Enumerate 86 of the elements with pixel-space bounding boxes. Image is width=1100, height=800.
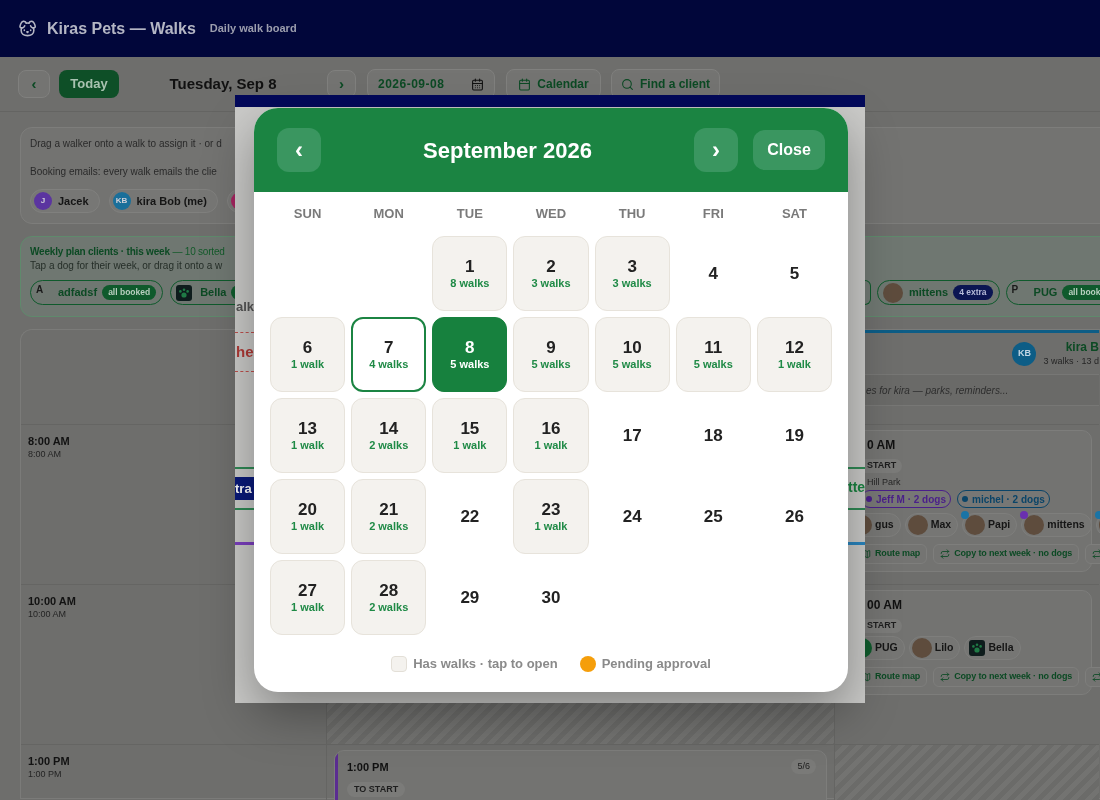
status-badge: all book: [1062, 285, 1100, 300]
assign-hint: Drag a walker onto a walk to assign it · or d: [30, 137, 222, 151]
dog-chip[interactable]: mittens: [1021, 513, 1092, 537]
calendar-day[interactable]: 10 5 walks: [594, 317, 670, 392]
calendar-day[interactable]: 28 2 walks: [351, 560, 427, 635]
calendar-icon: [518, 77, 532, 91]
photo-placeholder: [911, 638, 932, 658]
walker-summary: 3 walks · 13 d: [1043, 355, 1099, 367]
walk-place: Hill Park: [867, 476, 901, 488]
calendar-day[interactable]: 21 2 walks: [351, 479, 427, 554]
calendar-day[interactable]: 16 1 walk: [513, 398, 589, 473]
time-sublabel: 1:00 PM: [28, 768, 62, 780]
next-month-button[interactable]: ›: [694, 128, 738, 172]
avatar-letter: A: [36, 283, 45, 297]
weekday-label: THU: [617, 205, 647, 223]
weekday-label: WED: [534, 205, 568, 223]
paw-tile-icon: [969, 640, 986, 656]
weekday-label: SAT: [780, 205, 808, 223]
weekday-label: FRI: [701, 205, 725, 223]
weekday-label: SUN: [292, 205, 323, 223]
walker-avatar: KB: [112, 192, 131, 210]
dog-chip[interactable]: Bella: [964, 636, 1021, 660]
walk-time: 00 AM: [867, 598, 902, 613]
calendar-day[interactable]: 20 1 walk: [270, 479, 346, 554]
calendar-day[interactable]: 7 4 walks: [351, 317, 427, 392]
weekly-plan-hint: Tap a dog for their week, or drag it onto a w: [30, 259, 223, 272]
walker-avatar: J: [34, 192, 52, 210]
dog-chip[interactable]: Max: [904, 513, 959, 537]
app-subtitle: Daily walk board: [209, 21, 297, 37]
calendar-day[interactable]: 13 1 walk: [270, 398, 346, 473]
time-sublabel: 8:00 AM: [28, 448, 62, 460]
photo-placeholder: [965, 515, 986, 535]
calendar-day[interactable]: 1 8 walks: [432, 236, 508, 311]
walk-time: 1:00 PM: [347, 759, 389, 774]
time-label: 10:00 AM: [28, 594, 76, 608]
calendar-day[interactable]: 14 2 walks: [351, 398, 427, 473]
weekly-plan-title: Weekly plan clients · this week — 10 sorted: [30, 245, 225, 258]
legend-label: Pending approval: [601, 655, 711, 673]
status-badge: all booked: [102, 285, 157, 300]
repeat-icon: [1092, 549, 1100, 559]
calendar-day[interactable]: 3 3 walks: [594, 236, 670, 311]
calendar-day[interactable]: 2 3 walks: [513, 236, 589, 311]
app-title: Kiras Pets — Walks: [47, 18, 196, 39]
date-heading: Tuesday, Sep 8: [168, 73, 278, 94]
calendar-day[interactable]: 23 1 walk: [513, 479, 589, 554]
photo-placeholder: [907, 515, 928, 535]
backdrop-badge: tra: [235, 477, 254, 500]
paw-tile-icon: [176, 284, 193, 301]
dog-chip[interactable]: Papi: [962, 513, 1018, 537]
previous-month-button[interactable]: ‹: [277, 128, 321, 172]
photo-placeholder: [1024, 515, 1045, 535]
time-sublabel: 10:00 AM: [28, 608, 67, 620]
calendar-day[interactable]: 8 5 walks: [432, 317, 508, 392]
calendar-day[interactable]: 6 1 walk: [270, 317, 346, 392]
swatch-icon: [391, 655, 408, 672]
walker-chip[interactable]: J Jacek: [30, 189, 100, 213]
capacity-badge: 5/6: [791, 759, 816, 774]
time-label: 1:00 PM: [28, 754, 70, 768]
calendar-day[interactable]: 12 1 walk: [756, 317, 832, 392]
walk-time: 0 AM: [867, 438, 896, 453]
repeat-icon: [1092, 672, 1100, 682]
walker-chip[interactable]: KB kira Bob (me): [108, 189, 218, 213]
avatar-letter: P: [1011, 283, 1020, 297]
legend-label: Has walks · tap to open: [413, 655, 558, 673]
dog-face-icon: [18, 19, 37, 38]
search-icon: [621, 77, 634, 91]
calendar-day[interactable]: 9 5 walks: [513, 317, 589, 392]
close-button[interactable]: Close: [753, 130, 825, 170]
status-badge: 4 extra: [953, 285, 993, 300]
photo-placeholder: [883, 282, 903, 303]
calendar-day[interactable]: 15 1 walk: [432, 398, 508, 473]
today-button[interactable]: Today: [59, 70, 119, 98]
calendar-icon: [471, 77, 484, 91]
repeat-icon: [940, 549, 951, 559]
calendar-day[interactable]: 11 5 walks: [675, 317, 751, 392]
time-label: 8:00 AM: [28, 434, 70, 448]
weekday-label: TUE: [455, 205, 484, 223]
repeat-icon: [940, 672, 951, 682]
walker-avatar: KB: [1012, 341, 1037, 366]
weekday-label: MON: [372, 205, 405, 223]
status-badge: TO START: [347, 782, 406, 797]
dog-chip[interactable]: Lilo: [908, 636, 961, 660]
walker-name: kira B: [1065, 340, 1099, 355]
booking-emails-note: Booking emails: every walk emails the clie: [30, 165, 217, 179]
calendar-day[interactable]: 27 1 walk: [270, 560, 346, 635]
month-title: September 2026: [422, 136, 593, 165]
